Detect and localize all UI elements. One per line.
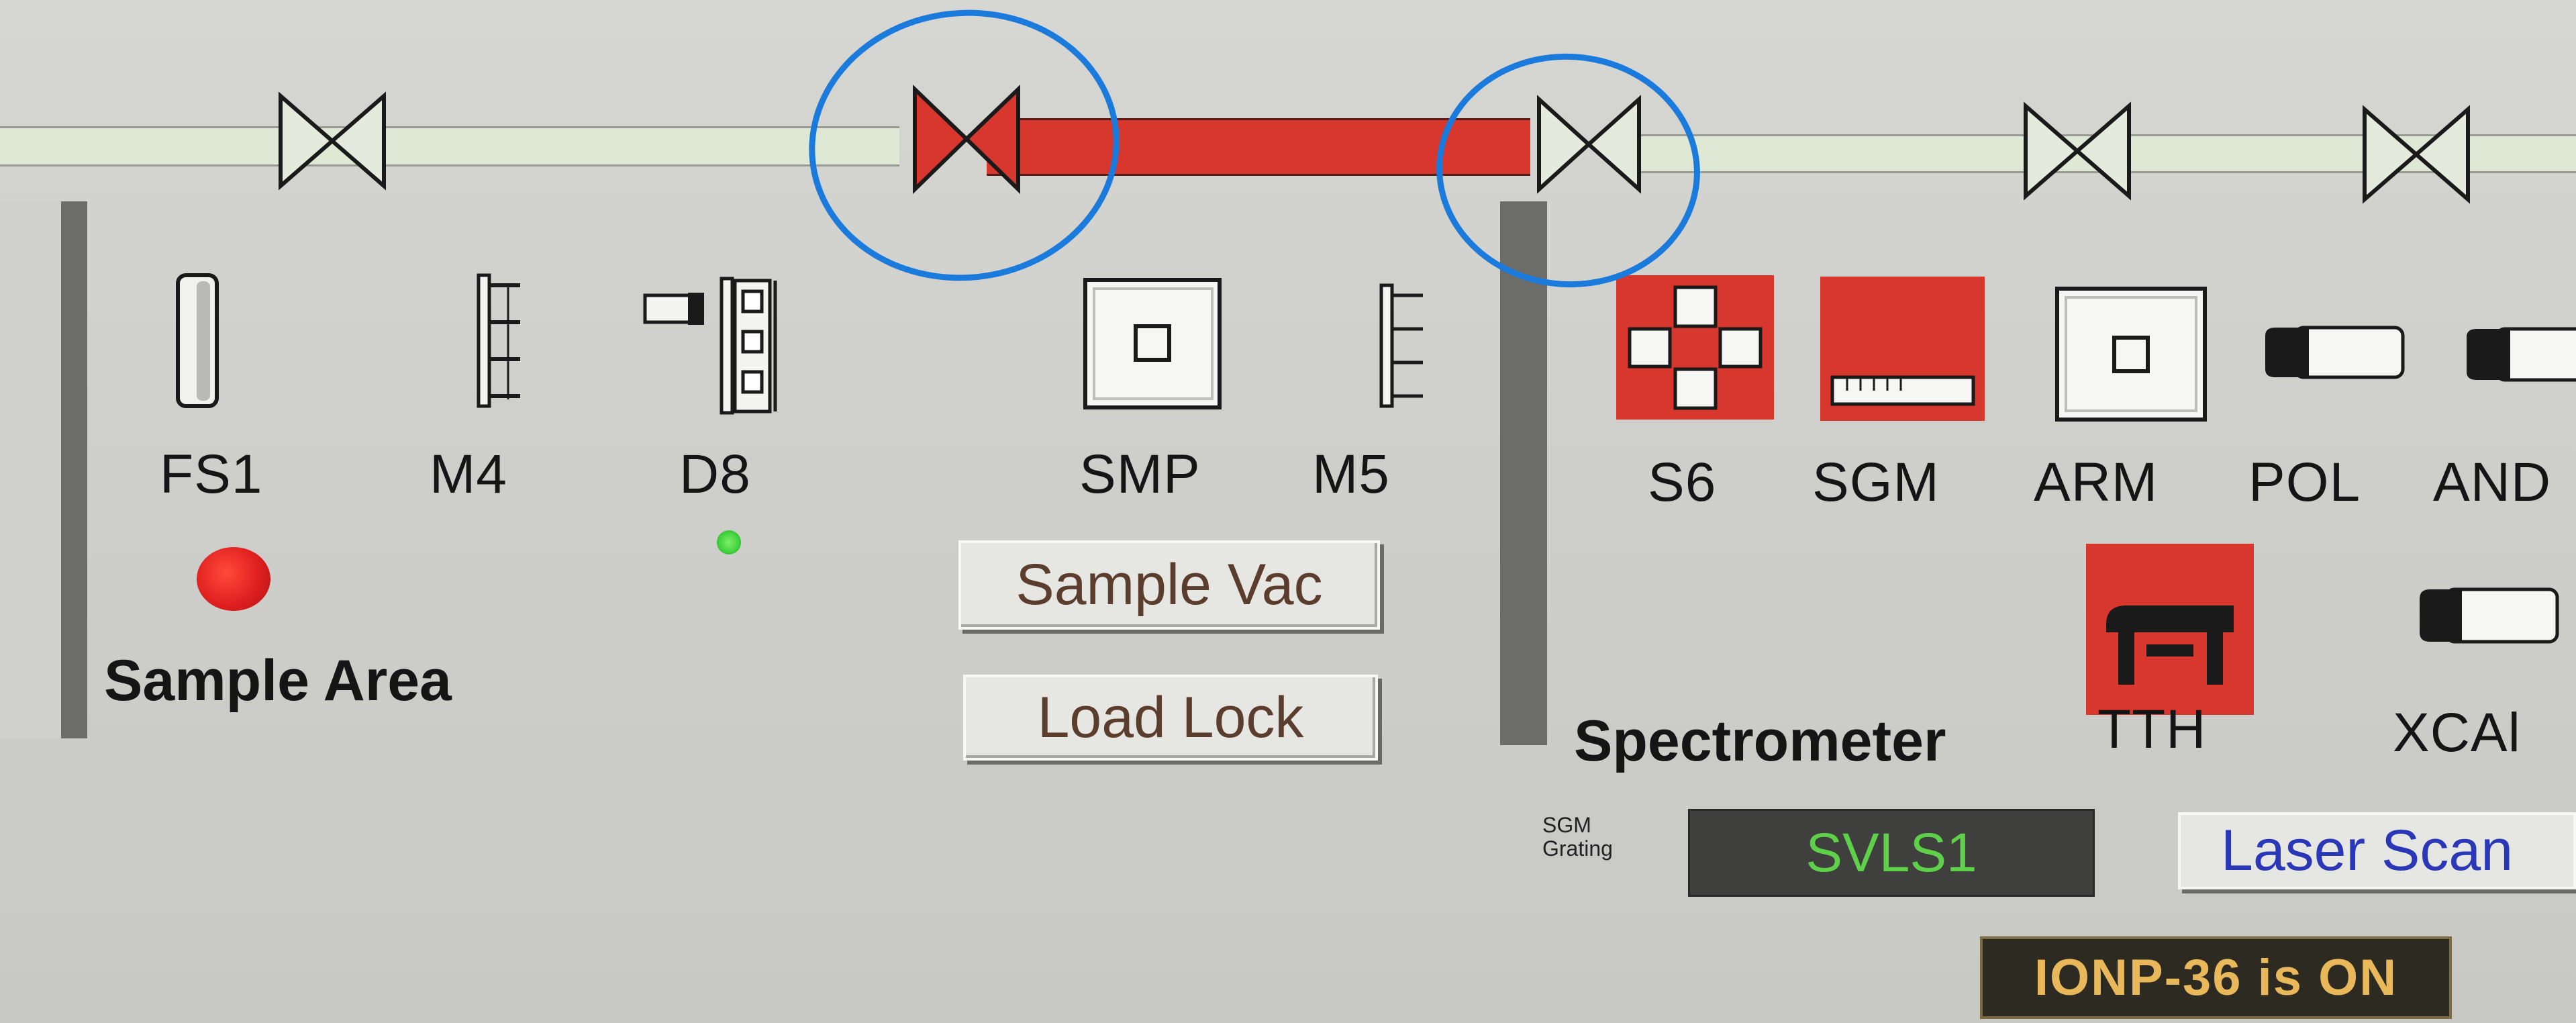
ion-pump-status: IONP-36 is ON xyxy=(1980,936,2452,1019)
slit-icon[interactable] xyxy=(1616,275,1774,420)
fs1-status-lamp xyxy=(197,547,270,611)
spectrometer-title: Spectrometer xyxy=(1574,709,1946,773)
device-label-pol: POL xyxy=(2248,452,2361,513)
sgm-grating-label: SGM Grating xyxy=(1542,813,1613,861)
device-label-sgm: SGM xyxy=(1812,452,1940,513)
fluorescent-screen-icon[interactable] xyxy=(171,272,225,409)
load-lock-button[interactable]: Load Lock xyxy=(963,675,1378,761)
diagnostic-icon[interactable] xyxy=(641,275,789,416)
sample-area-divider xyxy=(0,201,87,738)
gate-valve-icon[interactable] xyxy=(2020,101,2134,201)
d8-status-lamp xyxy=(717,530,741,554)
device-label-and: AND xyxy=(2433,452,2552,513)
two-theta-stage-icon[interactable] xyxy=(2086,544,2254,715)
grating-monochromator-icon[interactable] xyxy=(1820,277,1985,421)
beamline-pipe-left xyxy=(0,126,899,166)
device-label-d8: D8 xyxy=(679,444,751,505)
mirror-icon[interactable] xyxy=(473,272,527,409)
device-label-arm: ARM xyxy=(2034,452,2159,513)
laser-scan-button[interactable]: Laser Scan xyxy=(2178,812,2576,889)
sample-vac-button[interactable]: Sample Vac xyxy=(958,540,1380,630)
arm-icon[interactable] xyxy=(2054,285,2208,423)
sample-area-title: Sample Area xyxy=(104,648,452,713)
annotation-circle-closed-valve xyxy=(795,0,1133,297)
device-label-m5: M5 xyxy=(1312,444,1390,505)
device-label-tth: TTH xyxy=(2097,699,2207,760)
device-label-fs1: FS1 xyxy=(160,444,263,505)
gate-valve-icon[interactable] xyxy=(275,91,389,191)
device-label-smp: SMP xyxy=(1079,444,1201,505)
sample-chamber-icon[interactable] xyxy=(1082,277,1223,411)
sgm-grating-display: SVLS1 xyxy=(1688,809,2095,897)
annotation-circle-open-valve xyxy=(1428,44,1708,297)
device-label-m4: M4 xyxy=(430,444,507,505)
detector-icon[interactable] xyxy=(2463,324,2576,385)
xcal-icon[interactable] xyxy=(2416,584,2561,648)
polarizer-icon[interactable] xyxy=(2262,322,2406,383)
mirror-icon[interactable] xyxy=(1376,282,1430,409)
laser-scan-button-label: Laser Scan xyxy=(2221,818,2514,883)
gate-valve-icon[interactable] xyxy=(2359,104,2473,205)
device-label-xcal: XCAl xyxy=(2393,702,2521,763)
device-label-s6: S6 xyxy=(1648,452,1717,513)
sgm-grating-label-line1: SGM xyxy=(1542,813,1591,837)
sgm-grating-label-line2: Grating xyxy=(1542,836,1613,861)
